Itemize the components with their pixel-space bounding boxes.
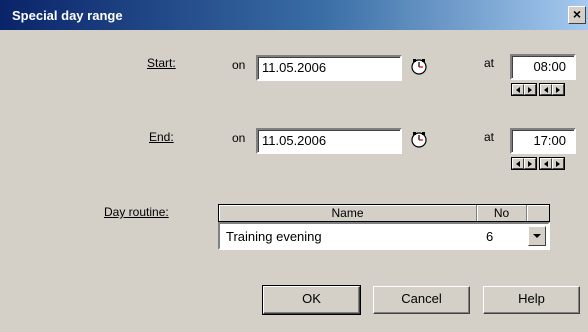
arrow-left-icon[interactable] [540, 84, 552, 95]
column-header-spacer [527, 205, 549, 221]
start-at-label: at [484, 56, 495, 70]
arrow-left-icon[interactable] [512, 84, 524, 95]
end-label: End: [149, 130, 174, 144]
calendar-icon[interactable] [410, 58, 428, 76]
day-routine-label-text: Day routine: [104, 205, 169, 219]
title-bar: Special day range × [0, 0, 588, 30]
start-time-input[interactable]: 08:00 [510, 54, 576, 80]
start-minute-spinner [539, 83, 565, 96]
arrow-left-icon[interactable] [512, 158, 524, 169]
end-minute-spinner [539, 157, 565, 170]
cancel-button[interactable]: Cancel [373, 286, 470, 314]
help-button[interactable]: Help [483, 286, 580, 314]
start-date-input[interactable]: 11.05.2006 [256, 55, 402, 81]
column-header-no[interactable]: No [477, 205, 527, 221]
chevron-down-icon[interactable] [528, 226, 546, 246]
end-time-input[interactable]: 17:00 [510, 128, 576, 154]
day-routine-select[interactable]: Training evening 6 [218, 222, 550, 250]
calendar-icon[interactable] [410, 131, 428, 149]
start-label: Start: [147, 56, 176, 70]
end-hour-spinner [511, 157, 537, 170]
ok-button[interactable]: OK [262, 285, 361, 315]
column-header-name[interactable]: Name [219, 205, 477, 221]
end-at-label: at [484, 130, 495, 144]
end-on-label: on [232, 131, 246, 145]
arrow-left-icon[interactable] [540, 158, 552, 169]
start-on-label: on [232, 58, 246, 72]
day-routine-label: Day routine: [104, 205, 169, 219]
day-routine-header: Name No [218, 204, 550, 222]
arrow-right-icon[interactable] [524, 84, 536, 95]
end-date-input[interactable]: 11.05.2006 [256, 128, 402, 154]
close-icon[interactable]: × [568, 6, 586, 24]
day-routine-name: Training evening [226, 229, 322, 244]
arrow-right-icon[interactable] [552, 84, 564, 95]
start-time-spinners [511, 83, 565, 96]
window-title: Special day range [12, 8, 123, 23]
start-hour-spinner [511, 83, 537, 96]
arrow-right-icon[interactable] [524, 158, 536, 169]
end-time-spinners [511, 157, 565, 170]
start-label-text: Start: [147, 56, 176, 70]
arrow-right-icon[interactable] [552, 158, 564, 169]
end-label-text: End: [149, 130, 174, 144]
day-routine-no: 6 [486, 229, 494, 244]
